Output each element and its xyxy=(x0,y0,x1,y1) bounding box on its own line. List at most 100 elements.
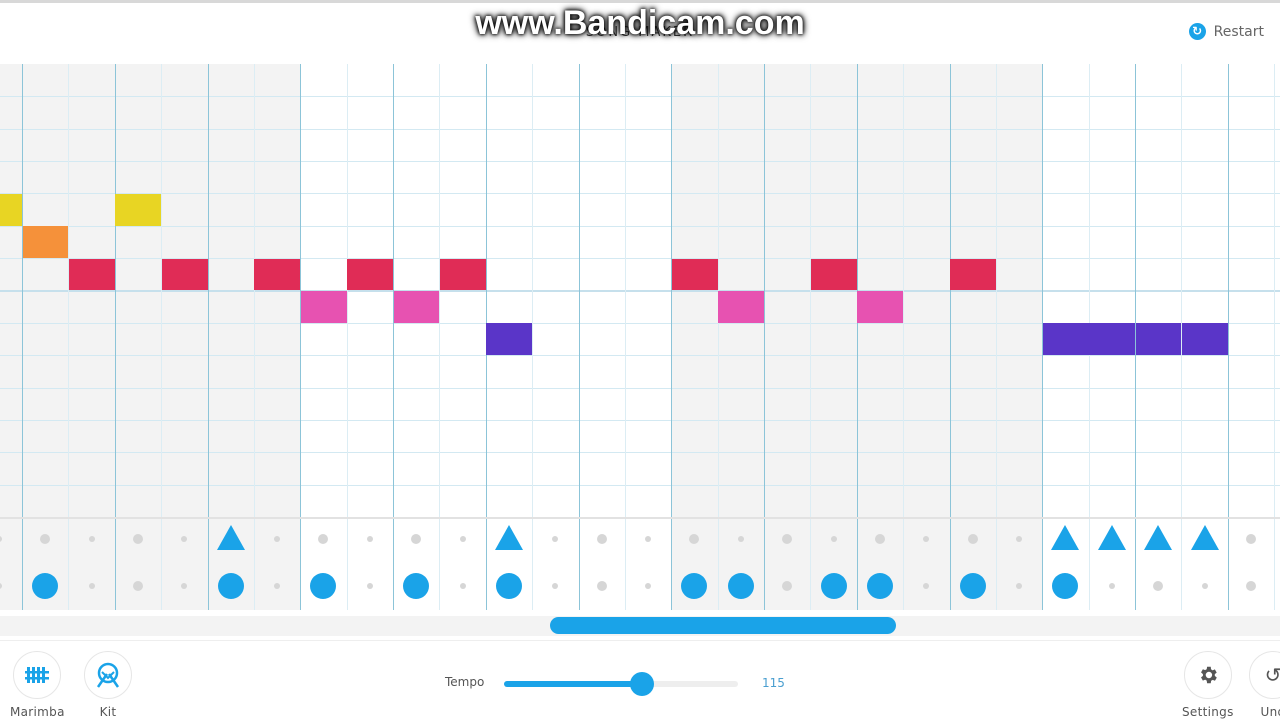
beat-line xyxy=(300,64,302,610)
app-title: SONG MAKER xyxy=(585,25,695,40)
percussion-empty-step[interactable] xyxy=(1201,583,1208,589)
melody-note[interactable] xyxy=(857,290,904,323)
melody-note[interactable] xyxy=(347,258,393,291)
percussion-empty-step[interactable] xyxy=(88,536,95,542)
melody-note[interactable] xyxy=(810,258,857,291)
restart-button[interactable]: ↻ Restart xyxy=(1188,23,1264,40)
melody-note[interactable] xyxy=(718,290,764,323)
melody-note[interactable] xyxy=(950,258,996,291)
percussion-triangle-hit[interactable] xyxy=(1144,525,1173,550)
tempo-label: Tempo xyxy=(445,675,485,689)
instrument-label: Marimba xyxy=(10,705,65,719)
percussion-divider xyxy=(0,517,1280,519)
beat-line xyxy=(578,64,580,610)
percussion-empty-step[interactable] xyxy=(552,583,559,589)
percussion-empty-step[interactable] xyxy=(459,583,466,589)
percussion-empty-step[interactable] xyxy=(366,583,373,589)
restart-label: Restart xyxy=(1213,23,1264,40)
percussion-empty-step[interactable] xyxy=(596,534,607,544)
percussion-empty-step[interactable] xyxy=(1108,583,1115,589)
percussion-empty-step[interactable] xyxy=(645,583,652,589)
shaded-bar-band xyxy=(0,64,301,610)
percussion-empty-step[interactable] xyxy=(366,536,373,542)
undo-icon: ↺ xyxy=(1249,651,1280,699)
settings-button[interactable]: Settings xyxy=(1182,651,1234,719)
percussion-empty-step[interactable] xyxy=(88,583,95,589)
undo-button[interactable]: ↺ Und xyxy=(1249,651,1280,719)
percussion-label: Kit xyxy=(99,705,117,719)
subbeat-line xyxy=(253,64,255,610)
melody-note[interactable] xyxy=(439,258,486,291)
subbeat-line xyxy=(161,64,163,610)
beat-line xyxy=(856,64,858,610)
scroll-thumb[interactable] xyxy=(550,617,896,634)
percussion-circle-hit[interactable] xyxy=(727,573,754,599)
beat-line xyxy=(114,64,116,610)
percussion-empty-step[interactable] xyxy=(1153,581,1164,591)
melody-note[interactable] xyxy=(393,290,440,323)
percussion-circle-hit[interactable] xyxy=(1052,573,1079,599)
percussion-empty-step[interactable] xyxy=(645,536,652,542)
melody-note[interactable] xyxy=(68,258,115,291)
percussion-empty-step[interactable] xyxy=(1245,581,1256,591)
subbeat-line xyxy=(346,64,348,610)
percussion-empty-step[interactable] xyxy=(132,581,143,591)
drum-kit-icon xyxy=(84,651,132,699)
subbeat-line xyxy=(995,64,997,610)
percussion-circle-hit[interactable] xyxy=(217,573,244,599)
subbeat-line xyxy=(624,64,626,610)
tempo-slider-knob[interactable] xyxy=(630,672,655,696)
subbeat-line xyxy=(1274,64,1276,610)
percussion-empty-step[interactable] xyxy=(318,534,329,544)
melody-note[interactable] xyxy=(1181,323,1228,356)
tempo-slider[interactable] xyxy=(504,672,738,696)
beat-line xyxy=(1227,64,1229,610)
percussion-empty-step[interactable] xyxy=(459,536,466,542)
melody-note[interactable] xyxy=(1135,323,1182,356)
tempo-value: 115 xyxy=(762,676,785,690)
melody-note[interactable] xyxy=(300,290,347,323)
instrument-button[interactable]: Marimba xyxy=(10,651,65,719)
percussion-empty-step[interactable] xyxy=(737,536,744,542)
marimba-icon xyxy=(13,651,62,699)
gear-icon xyxy=(1183,651,1232,699)
percussion-circle-hit[interactable] xyxy=(310,573,337,599)
melody-note[interactable] xyxy=(254,258,301,291)
percussion-circle-hit[interactable] xyxy=(32,573,59,599)
melody-note[interactable] xyxy=(486,323,533,356)
melody-note[interactable] xyxy=(671,258,718,291)
melody-note[interactable] xyxy=(0,193,22,226)
subbeat-line xyxy=(903,64,905,610)
percussion-empty-step[interactable] xyxy=(830,536,837,542)
percussion-triangle-hit[interactable] xyxy=(1051,525,1080,550)
subbeat-line xyxy=(439,64,441,610)
melody-note[interactable] xyxy=(22,226,69,259)
percussion-circle-hit[interactable] xyxy=(495,573,522,599)
beat-line xyxy=(207,64,209,610)
percussion-triangle-hit[interactable] xyxy=(494,525,523,550)
percussion-circle-hit[interactable] xyxy=(820,573,847,599)
melody-note[interactable] xyxy=(1042,323,1089,356)
percussion-empty-step[interactable] xyxy=(874,534,885,544)
percussion-empty-step[interactable] xyxy=(596,581,607,591)
melody-note[interactable] xyxy=(161,258,208,291)
percussion-triangle-hit[interactable] xyxy=(216,525,245,550)
percussion-triangle-hit[interactable] xyxy=(1190,525,1219,550)
note-grid[interactable] xyxy=(0,64,1280,610)
percussion-empty-step[interactable] xyxy=(411,534,422,544)
percussion-circle-hit[interactable] xyxy=(866,573,893,599)
percussion-empty-step[interactable] xyxy=(1245,534,1256,544)
percussion-empty-step[interactable] xyxy=(967,534,978,544)
refresh-icon: ↻ xyxy=(1188,23,1206,40)
percussion-empty-step[interactable] xyxy=(132,534,143,544)
percussion-button[interactable]: Kit xyxy=(84,651,132,719)
melody-note[interactable] xyxy=(115,193,162,226)
percussion-triangle-hit[interactable] xyxy=(1097,525,1126,550)
percussion-circle-hit[interactable] xyxy=(959,573,986,599)
melody-note[interactable] xyxy=(1089,323,1135,356)
beat-line xyxy=(949,64,951,610)
subbeat-line xyxy=(810,64,812,610)
percussion-empty-step[interactable] xyxy=(552,536,559,542)
percussion-circle-hit[interactable] xyxy=(403,573,430,599)
beat-line xyxy=(393,64,394,610)
